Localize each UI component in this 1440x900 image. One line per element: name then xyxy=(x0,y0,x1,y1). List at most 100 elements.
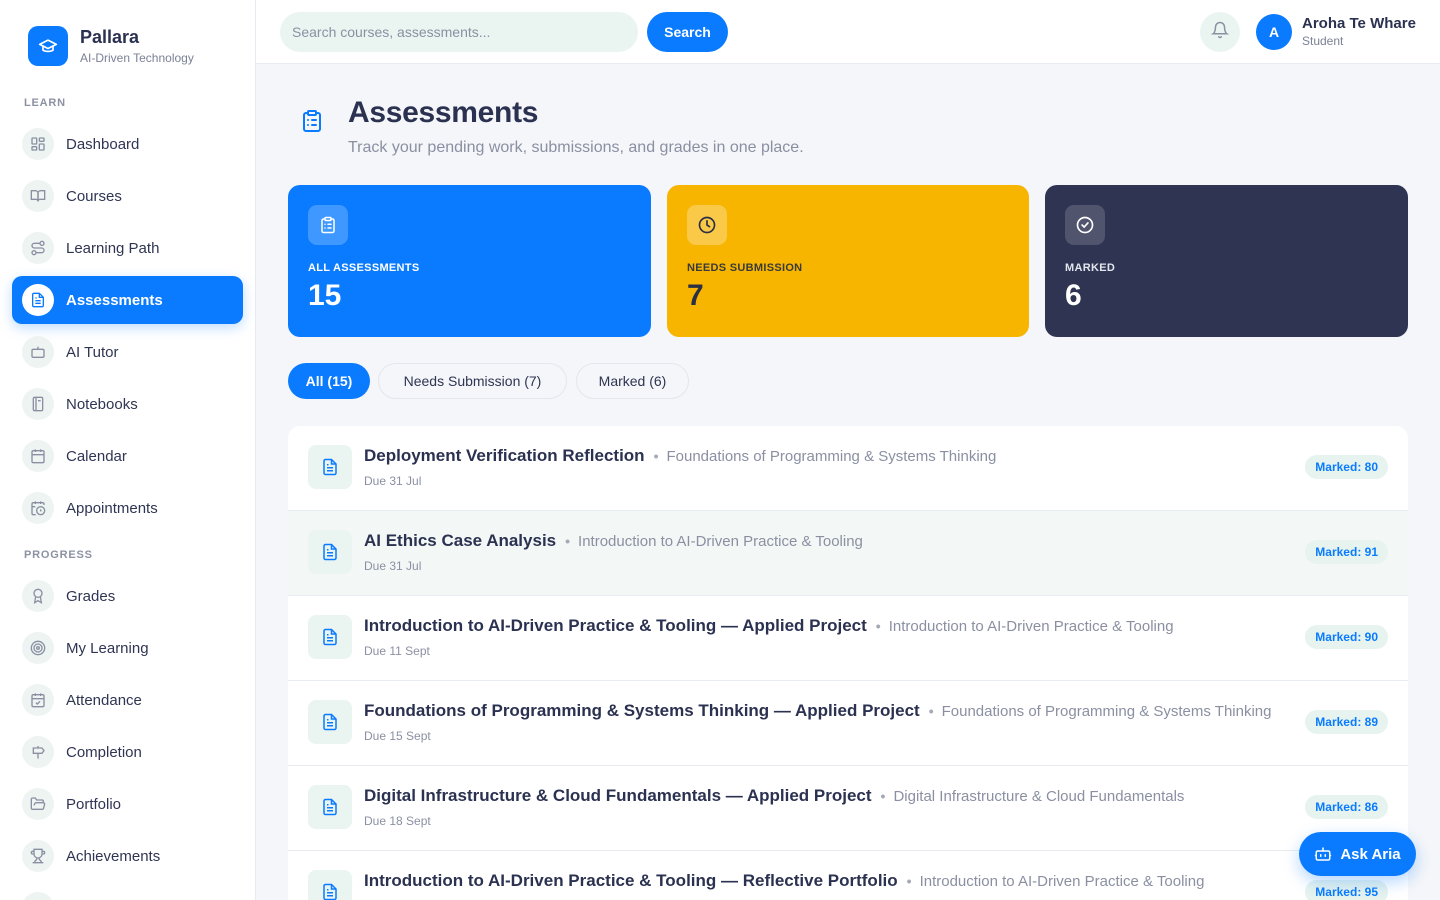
stat-value: 15 xyxy=(308,279,342,312)
page-subtitle: Track your pending work, submissions, an… xyxy=(348,139,804,156)
more-icon xyxy=(22,892,54,900)
brand-subtitle: AI-Driven Technology xyxy=(80,51,194,65)
clipboard-list-icon xyxy=(308,205,348,245)
bot-icon xyxy=(22,336,54,368)
trophy-icon xyxy=(22,840,54,872)
status-badge: Marked: 86 xyxy=(1305,795,1388,819)
filter-marked[interactable]: Marked (6) xyxy=(576,363,689,399)
sidebar-item-attendance[interactable]: Attendance xyxy=(12,676,243,724)
user-role: Student xyxy=(1302,34,1344,48)
sidebar-item-learning-path[interactable]: Learning Path xyxy=(12,224,243,272)
search-input[interactable] xyxy=(280,12,638,52)
sidebar-item-notebooks[interactable]: Notebooks xyxy=(12,380,243,428)
assessment-title: Introduction to AI-Driven Practice & Too… xyxy=(364,871,898,890)
search-button[interactable]: Search xyxy=(647,12,728,52)
calendar-check-icon xyxy=(22,684,54,716)
assessment-due: Due 18 Sept xyxy=(364,814,431,828)
sidebar-item-label: Calendar xyxy=(66,447,127,465)
file-text-icon xyxy=(308,700,352,744)
stat-label: MARKED xyxy=(1065,262,1116,274)
sidebar-item-ai-tutor[interactable]: AI Tutor xyxy=(12,328,243,376)
sidebar-item-dashboard[interactable]: Dashboard xyxy=(12,120,243,168)
file-text-icon xyxy=(308,615,352,659)
sidebar-item-label: AI Tutor xyxy=(66,343,119,361)
separator-dot: • xyxy=(880,788,886,804)
sidebar-item-courses[interactable]: Courses xyxy=(12,172,243,220)
sidebar-item-label: Attendance xyxy=(66,691,142,709)
bell-icon xyxy=(1210,21,1230,44)
stat-card-needs-submission: NEEDS SUBMISSION 7 xyxy=(667,185,1029,337)
brand-name: Pallara xyxy=(80,27,140,47)
check-circle-icon xyxy=(1065,205,1105,245)
sidebar-item-label: Assessments xyxy=(66,291,163,309)
brand[interactable]: Pallara AI-Driven Technology xyxy=(28,26,194,66)
list-item[interactable]: Introduction to AI-Driven Practice & Too… xyxy=(288,851,1408,900)
assessment-title: Digital Infrastructure & Cloud Fundament… xyxy=(364,786,872,805)
ask-aria-button[interactable]: Ask Aria xyxy=(1299,832,1416,876)
assessment-due: Due 11 Sept xyxy=(364,644,430,658)
sidebar-item-appointments[interactable]: Appointments xyxy=(12,484,243,532)
assessment-title: Foundations of Programming & Systems Thi… xyxy=(364,701,920,720)
bot-icon xyxy=(1315,847,1332,861)
book-open-icon xyxy=(22,180,54,212)
stat-value: 7 xyxy=(687,279,704,312)
status-badge: Marked: 91 xyxy=(1305,540,1388,564)
list-item[interactable]: Introduction to AI-Driven Practice & Too… xyxy=(288,596,1408,681)
dashboard-icon xyxy=(22,128,54,160)
separator-dot: • xyxy=(928,703,934,719)
route-icon xyxy=(22,232,54,264)
filter-needs-submission[interactable]: Needs Submission (7) xyxy=(378,363,567,399)
stat-card-all: ALL ASSESSMENTS 15 xyxy=(288,185,651,337)
file-text-icon xyxy=(308,785,352,829)
assessment-title: Introduction to AI-Driven Practice & Too… xyxy=(364,616,867,635)
signpost-icon xyxy=(22,736,54,768)
ask-aria-label: Ask Aria xyxy=(1340,845,1401,863)
calendar-clock-icon xyxy=(22,492,54,524)
file-text-icon xyxy=(308,870,352,900)
sidebar-item-portfolio[interactable]: Portfolio xyxy=(12,780,243,828)
assessment-title-line: Deployment Verification Reflection • Found… xyxy=(364,446,996,466)
sidebar: Pallara AI-Driven Technology LEARN Dashb… xyxy=(0,0,256,900)
status-badge: Marked: 95 xyxy=(1305,880,1388,900)
list-item[interactable]: Foundations of Programming & Systems Thi… xyxy=(288,681,1408,766)
status-badge: Marked: 80 xyxy=(1305,455,1388,479)
section-label-progress: PROGRESS xyxy=(24,549,93,561)
separator-dot: • xyxy=(875,618,881,634)
user-name: Aroha Te Whare xyxy=(1302,15,1416,32)
list-item[interactable]: Deployment Verification Reflection • Found… xyxy=(288,426,1408,511)
notebook-icon xyxy=(22,388,54,420)
sidebar-item-achievements[interactable]: Achievements xyxy=(12,832,243,880)
sidebar-item-calendar[interactable]: Calendar xyxy=(12,432,243,480)
filter-all[interactable]: All (15) xyxy=(288,363,370,399)
topbar: Search A Aroha Te Whare Student xyxy=(256,0,1440,64)
separator-dot: • xyxy=(565,533,571,549)
status-badge: Marked: 89 xyxy=(1305,710,1388,734)
status-badge: Marked: 90 xyxy=(1305,625,1388,649)
sidebar-item-completion[interactable]: Completion xyxy=(12,728,243,776)
sidebar-item-my-learning[interactable]: My Learning xyxy=(12,624,243,672)
sidebar-item-label: Notebooks xyxy=(66,395,138,413)
sidebar-item-more[interactable] xyxy=(12,884,243,900)
target-icon xyxy=(22,632,54,664)
assessment-due: Due 31 Jul xyxy=(364,559,422,573)
file-text-icon xyxy=(22,284,54,316)
sidebar-item-grades[interactable]: Grades xyxy=(12,572,243,620)
stat-value: 6 xyxy=(1065,279,1082,312)
notifications-button[interactable] xyxy=(1200,12,1240,52)
sidebar-item-label: Grades xyxy=(66,587,116,605)
assessment-title-line: Introduction to AI-Driven Practice & Too… xyxy=(364,616,1174,636)
stat-card-marked: MARKED 6 xyxy=(1045,185,1408,337)
sidebar-item-assessments[interactable]: Assessments xyxy=(12,276,243,324)
section-label-learn: LEARN xyxy=(24,97,66,109)
file-text-icon xyxy=(308,530,352,574)
sidebar-item-label: Achievements xyxy=(66,847,161,865)
assessment-due: Due 15 Sept xyxy=(364,729,431,743)
list-item[interactable]: Digital Infrastructure & Cloud Fundament… xyxy=(288,766,1408,851)
award-icon xyxy=(22,580,54,612)
sidebar-item-label: Completion xyxy=(66,743,142,761)
assessment-due: Due 31 Jul xyxy=(364,474,422,488)
separator-dot: • xyxy=(906,873,912,889)
avatar[interactable]: A xyxy=(1256,14,1292,50)
list-item[interactable]: AI Ethics Case Analysis • Introduction to … xyxy=(288,511,1408,596)
assessment-list: Deployment Verification Reflection • Found… xyxy=(288,426,1408,900)
